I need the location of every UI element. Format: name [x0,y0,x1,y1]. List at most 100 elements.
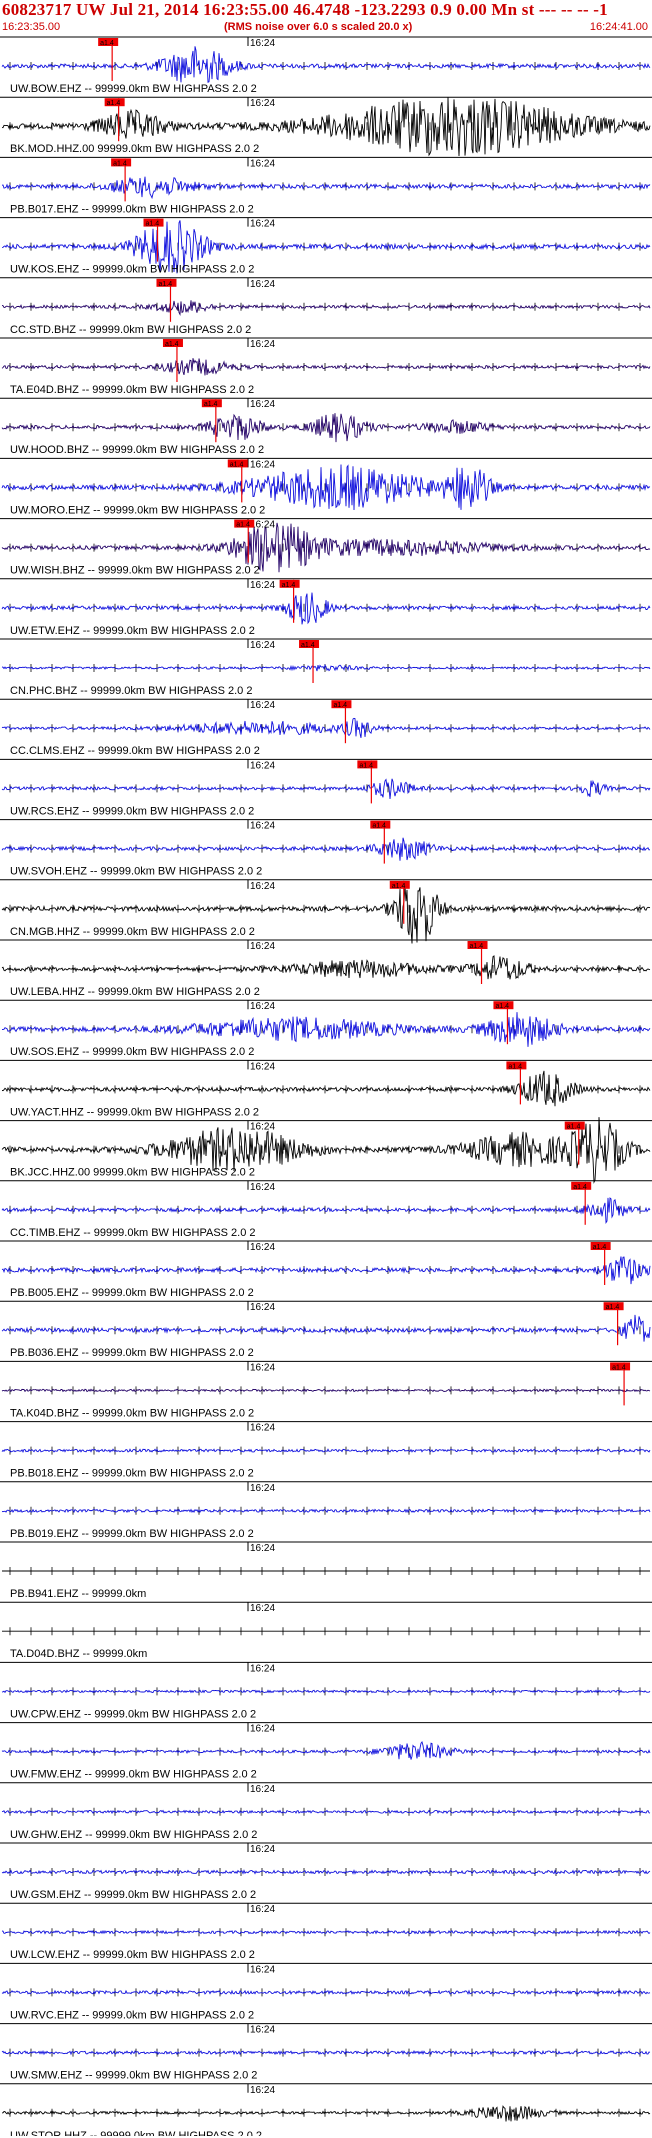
trace-panel: 16:24 a1.4 UW.YACT.HHZ -- 99999.0km BW HIG… [0,1059,652,1118]
trace-panel: 16:24 a1.4 UW.SVOH.EHZ -- 99999.0km BW HIG… [0,819,652,878]
waveform [1,1809,651,1815]
time-tick-label: 16:24 [250,1784,275,1795]
pick-label: a1.4 [113,160,127,167]
time-tick-label: 16:24 [250,1423,275,1434]
pick-label: a1.4 [236,522,250,529]
event-title: 60823717 UW Jul 21, 2014 16:23:55.00 46.… [2,0,608,19]
pick-label: a1.4 [165,341,179,348]
waveform [1,664,651,672]
header: 60823717 UW Jul 21, 2014 16:23:55.00 46.… [0,0,652,38]
waveform [1,778,651,799]
station-label: UW.GHW.EHZ -- 99999.0km BW HIGHPASS 2.0 … [10,1829,257,1841]
trace-panel: 16:24 a1.4 BK.JCC.HHZ.00 99999.0km BW HIGH… [0,1117,652,1184]
pick-label: a1.4 [204,401,218,408]
station-label: UW.CPW.EHZ -- 99999.0km BW HIGHPASS 2.0 … [10,1708,256,1720]
waveform [1,176,651,200]
pick-label: a1.4 [359,762,373,769]
pick-label: a1.4 [593,1244,607,1251]
pick-label: a1.4 [333,702,347,709]
waveform [1,1929,651,1935]
waveform [1,464,651,511]
trace-panel: 16:24 UW.SMW.EHZ -- 99999.0km BW HIGHPASS… [0,2023,652,2082]
station-label: CC.CLMS.EHZ -- 99999.0km BW HIGHPASS 2.0… [10,745,260,757]
time-tick-label: 16:24 [250,219,275,230]
time-tick-label: 16:24 [250,158,275,169]
time-tick-label: 16:24 [250,1242,275,1253]
time-tick-label: 16:24 [250,2025,275,2036]
time-tick-label: 16:24 [250,881,275,892]
station-label: UW.SMW.EHZ -- 99999.0km BW HIGHPASS 2.0 … [10,2070,257,2082]
time-tick-label: 16:24 [250,640,275,651]
time-tick-label: 16:24 [250,1182,275,1193]
time-tick-label: 16:24 [250,700,275,711]
station-label: CN.PHC.BHZ -- 99999.0km BW HIGHPASS 2.0 … [10,685,252,697]
trace-panel: 16:24 a1.4 UW.SOS.EHZ -- 99999.0km BW HIGH… [0,999,652,1058]
station-label: TA.K04D.BHZ -- 99999.0km BW HIGHPASS 2.0… [10,1407,254,1419]
time-tick-label: 16:24 [250,1122,275,1133]
trace-panel: 16:24a1.4UW.WISH.BHZ -- 99999.0km BW HIG… [0,518,652,577]
waveform [1,717,651,739]
pick-label: a1.4 [100,40,114,47]
time-tick-label: 16:24 [250,1844,275,1855]
pick-label: a1.4 [372,823,386,830]
station-label: CC.TIMB.EHZ -- 99999.0km BW HIGHPASS 2.0… [10,1227,256,1239]
station-label: UW.RVC.EHZ -- 99999.0km BW HIGHPASS 2.0 … [10,2009,254,2021]
trace-panel: 16:24 a1.4 CC.CLMS.EHZ -- 99999.0km BW HIG… [0,698,652,757]
station-label: UW.STOR.HHZ -- 99999.0km BW HIGHPASS 2.0… [10,2130,262,2136]
waveform [1,413,651,443]
trace-panel: 16:24 UW.LCW.EHZ -- 99999.0km BW HIGHPASS… [0,1902,652,1961]
waveform [1,1869,651,1875]
station-label: UW.HOOD.BHZ -- 99999.0km BW HIGHPASS 2.0… [10,444,264,456]
time-tick-label: 16:24 [250,459,275,470]
pick-label: a1.4 [107,100,121,107]
waveform [1,1314,651,1342]
trace-panel: 16:24 a1.4 UW.HOOD.BHZ -- 99999.0km BW HIG… [0,397,652,456]
trace-panel: 16:24 a1.4 CC.TIMB.EHZ -- 99999.0km BW HIG… [0,1180,652,1239]
pick-label: a1.4 [573,1184,587,1191]
trace-panel: 16:24 PB.B018.EHZ -- 99999.0km BW HIGHPAS… [0,1421,652,1480]
time-tick-label: 16:24 [250,1904,275,1915]
time-tick-label: 16:24 [250,760,275,771]
pick-label: a1.4 [612,1364,626,1371]
trace-panel: 16:24 a1.4 CN.PHC.BHZ -- 99999.0km BW HIGH… [0,638,652,697]
time-tick-label: 16:24 [250,580,275,591]
waveform [1,1989,651,1996]
station-label: UW.GSM.EHZ -- 99999.0km BW HIGHPASS 2.0 … [10,1889,256,1901]
station-label: TA.D04D.BHZ -- 99999.0km [10,1648,147,1660]
trace-panel: 16:24 a1.4 UW.RCS.EHZ -- 99999.0km BW HIGH… [0,758,652,817]
trace-panel: 16:24 UW.FMW.EHZ -- 99999.0km BW HIGHPASS… [0,1722,652,1781]
seismogram-plot: 16:24 a1.4 UW.BOW.EHZ -- 99999.0km BW HIGH… [0,36,652,2136]
station-label: BK.MOD.HHZ.00 99999.0km BW HIGHPASS 2.0 … [10,143,259,155]
time-tick-label: 16:24 [250,1663,275,1674]
trace-panel: 16:24 UW.RVC.EHZ -- 99999.0km BW HIGHPASS… [0,1962,652,2021]
waveform [1,1256,651,1285]
trace-panel: 16:24 a1.4 BK.MOD.HHZ.00 99999.0km BW HIGH… [0,96,652,157]
trace-panel: 16:24 a1.4 UW.KOS.EHZ -- 99999.0km BW HIGH… [0,217,652,276]
pick-label: a1.4 [230,461,244,468]
scale-note: (RMS noise over 6.0 s scaled 20.0 x) [224,21,413,33]
pick-label: a1.4 [567,1124,581,1131]
end-time: 16:24:41.00 [589,21,648,33]
pick-label: a1.4 [470,943,484,950]
station-label: PB.B036.EHZ -- 99999.0km BW HIGHPASS 2.0… [10,1347,254,1359]
station-label: PB.B017.EHZ -- 99999.0km BW HIGHPASS 2.0… [10,203,254,215]
trace-panel: 16:24 UW.CPW.EHZ -- 99999.0km BW HIGHPASS… [0,1661,652,1720]
pick-label: a1.4 [158,281,172,288]
station-label: UW.KOS.EHZ -- 99999.0km BW HIGHPASS 2.0 … [10,264,254,276]
time-tick-label: 16:24 [250,1543,275,1554]
time-tick-label: 16:24 [250,1603,275,1614]
station-label: UW.FMW.EHZ -- 99999.0km BW HIGHPASS 2.0 … [10,1769,257,1781]
time-tick-label: 16:24 [250,941,275,952]
waveform [1,1741,651,1760]
station-label: UW.SOS.EHZ -- 99999.0km BW HIGHPASS 2.0 … [10,1046,254,1058]
waveform [1,837,651,861]
trace-panel: 16:24 a1.4 PB.B036.EHZ -- 99999.0km BW HIG… [0,1300,652,1359]
start-time: 16:23:35.00 [2,21,61,33]
station-label: UW.SVOH.EHZ -- 99999.0km BW HIGHPASS 2.0… [10,866,262,878]
station-label: CN.MGB.HHZ -- 99999.0km BW HIGHPASS 2.0 … [10,926,255,938]
time-tick-label: 16:24 [250,98,275,109]
waveform [1,1012,651,1047]
waveform [1,1197,651,1224]
station-label: UW.LCW.EHZ -- 99999.0km BW HIGHPASS 2.0 … [10,1949,255,1961]
trace-panel: 16:24 a1.4 UW.LEBA.HHZ -- 99999.0km BW HIG… [0,939,652,998]
